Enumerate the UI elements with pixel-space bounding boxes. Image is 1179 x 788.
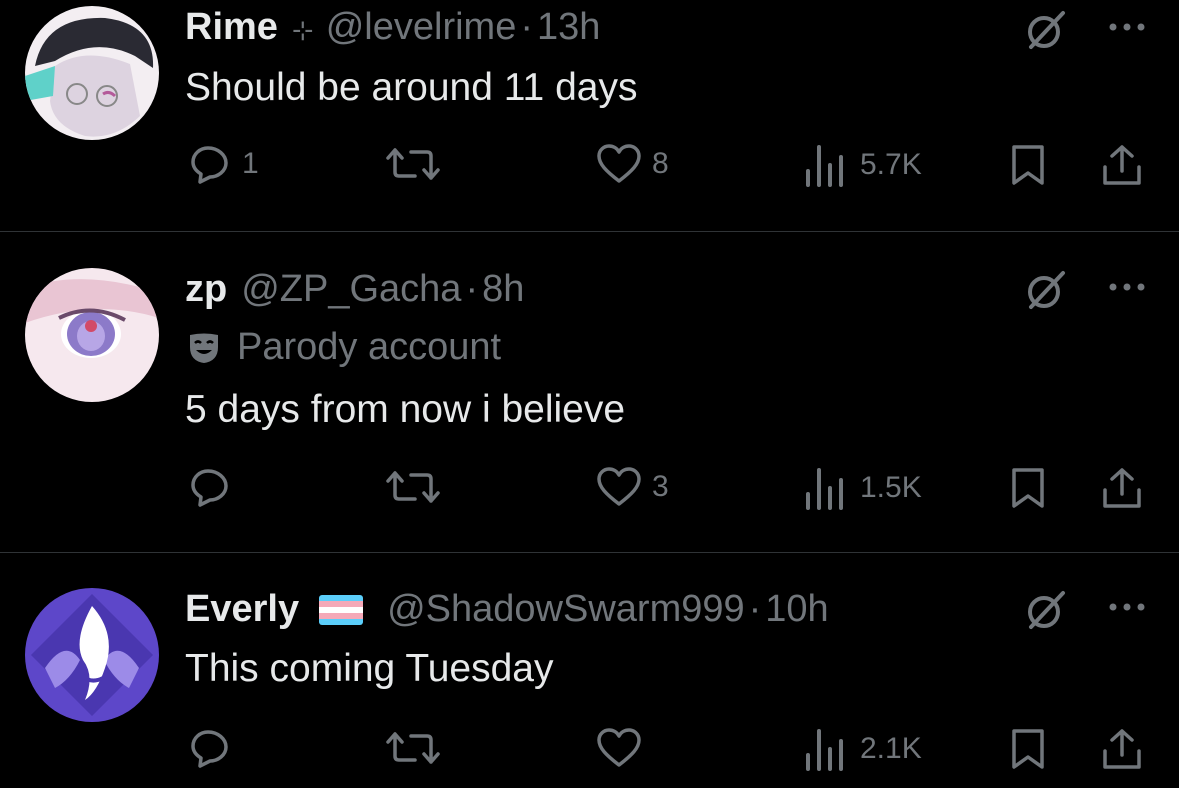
- tweet-text: 5 days from now i believe: [185, 388, 626, 431]
- view-count: 2.1K: [860, 732, 922, 765]
- share-button[interactable]: [1100, 466, 1144, 510]
- views-icon: [806, 145, 843, 187]
- like-icon: [597, 467, 641, 506]
- retweet-icon: [386, 732, 440, 764]
- avatar[interactable]: [25, 6, 159, 140]
- reply-icon: [191, 146, 228, 184]
- trans-flag-icon: [319, 594, 364, 625]
- retweet-button[interactable]: [385, 467, 441, 507]
- display-name[interactable]: Everly: [185, 588, 299, 631]
- grok-icon[interactable]: [1023, 267, 1069, 313]
- views-icon: [806, 729, 843, 771]
- display-name[interactable]: Rime: [185, 6, 278, 49]
- separator: ·: [465, 268, 479, 310]
- reply-button[interactable]: [188, 726, 242, 770]
- like-button[interactable]: [596, 727, 652, 769]
- like-button[interactable]: 3: [596, 466, 669, 508]
- view-count: 5.7K: [860, 148, 922, 181]
- handle[interactable]: @ZP_Gacha: [241, 268, 461, 311]
- parody-mask-icon: [190, 333, 218, 363]
- grok-icon[interactable]: [1023, 7, 1069, 53]
- share-icon: [1103, 729, 1141, 769]
- tweet-header: Rime ⊹ @levelrime · 13h: [185, 6, 600, 49]
- name-badge-icon: ⊹: [291, 15, 314, 45]
- retweet-icon: [386, 148, 440, 180]
- like-icon: [597, 728, 641, 767]
- like-count: 8: [652, 147, 669, 180]
- tweet-header: Everly @ShadowSwarm999 · 10h: [185, 588, 829, 631]
- share-icon: [1103, 145, 1141, 185]
- more-icon[interactable]: [1103, 592, 1151, 622]
- tweet-text: Should be around 11 days: [185, 66, 638, 109]
- tweet-3[interactable]: Everly @ShadowSwarm999 · 10h This coming…: [0, 553, 1179, 788]
- retweet-button[interactable]: [385, 144, 441, 184]
- tweet-1[interactable]: Rime ⊹ @levelrime · 13h Should be around…: [0, 0, 1179, 231]
- bookmark-icon: [1012, 145, 1044, 185]
- timestamp[interactable]: 8h: [482, 268, 524, 311]
- like-count: 3: [652, 470, 669, 503]
- share-button[interactable]: [1100, 143, 1144, 187]
- parody-label[interactable]: Parody account: [187, 326, 501, 369]
- separator: ·: [748, 588, 762, 630]
- bookmark-button[interactable]: [1008, 143, 1048, 187]
- bookmark-icon: [1012, 468, 1044, 508]
- tweet-text: This coming Tuesday: [185, 647, 554, 690]
- like-button[interactable]: 8: [596, 143, 669, 185]
- view-count: 1.5K: [860, 471, 922, 504]
- timestamp[interactable]: 13h: [537, 6, 600, 49]
- views-button[interactable]: 5.7K: [802, 143, 922, 187]
- reply-icon: [191, 730, 228, 768]
- bookmark-icon: [1012, 729, 1044, 769]
- more-icon[interactable]: [1103, 12, 1151, 42]
- handle[interactable]: @ShadowSwarm999: [387, 588, 745, 631]
- timestamp[interactable]: 10h: [765, 588, 828, 631]
- tweet-header: zp @ZP_Gacha · 8h: [185, 268, 524, 311]
- views-button[interactable]: 2.1K: [802, 727, 922, 771]
- display-name[interactable]: zp: [185, 268, 227, 311]
- avatar[interactable]: [25, 268, 159, 402]
- reply-button[interactable]: [188, 465, 242, 509]
- views-button[interactable]: 1.5K: [802, 466, 922, 510]
- grok-icon[interactable]: [1023, 587, 1069, 633]
- handle[interactable]: @levelrime: [326, 6, 517, 49]
- retweet-button[interactable]: [385, 728, 441, 768]
- share-icon: [1103, 468, 1141, 508]
- retweet-icon: [386, 471, 440, 503]
- bookmark-button[interactable]: [1008, 466, 1048, 510]
- separator: ·: [520, 6, 533, 48]
- reply-button[interactable]: 1: [188, 142, 259, 186]
- reply-icon: [191, 469, 228, 507]
- more-icon[interactable]: [1103, 272, 1151, 302]
- views-icon: [806, 468, 843, 510]
- tweet-2[interactable]: zp @ZP_Gacha · 8h Parody account 5 days …: [0, 232, 1179, 552]
- bookmark-button[interactable]: [1008, 727, 1048, 771]
- avatar[interactable]: [25, 588, 159, 722]
- like-icon: [597, 144, 641, 183]
- parody-text: Parody account: [237, 326, 502, 368]
- share-button[interactable]: [1100, 727, 1144, 771]
- reply-count: 1: [242, 147, 259, 180]
